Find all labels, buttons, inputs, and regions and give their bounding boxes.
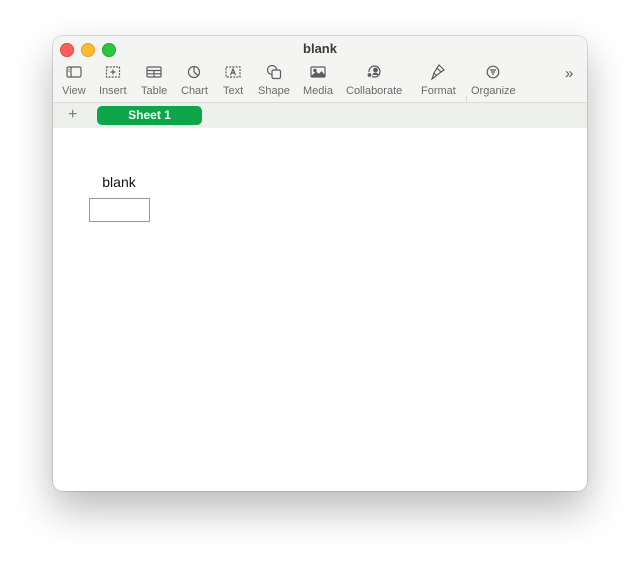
table-title[interactable]: blank: [89, 174, 149, 190]
toolbar-view-label: View: [62, 85, 86, 97]
table-cell[interactable]: [89, 198, 150, 222]
add-sheet-button[interactable]: +: [68, 105, 77, 125]
chart-icon: [184, 64, 204, 80]
app-window: blank View Insert Table Chart Text Shape…: [53, 36, 587, 491]
toolbar-overflow-chevron-icon[interactable]: »: [565, 65, 574, 82]
table-icon: [144, 64, 164, 80]
media-icon: [308, 64, 328, 80]
toolbar-table-button[interactable]: Table: [141, 64, 167, 97]
toolbar-media-button[interactable]: Media: [303, 64, 333, 97]
format-brush-icon: [428, 64, 448, 80]
toolbar-shape-button[interactable]: Shape: [258, 64, 290, 97]
sidebar-icon: [64, 64, 84, 80]
titlebar: blank View Insert Table Chart Text Shape…: [53, 36, 587, 110]
toolbar-chart-label: Chart: [181, 85, 208, 97]
toolbar-insert-label: Insert: [99, 85, 127, 97]
toolbar-collaborate-button[interactable]: Collaborate: [346, 64, 402, 97]
toolbar-organize-button[interactable]: Organize: [471, 64, 516, 97]
organize-icon: [483, 64, 503, 80]
toolbar-format-button[interactable]: Format: [421, 64, 456, 97]
shape-icon: [264, 64, 284, 80]
sheet-canvas[interactable]: blank: [53, 128, 587, 491]
sheet-tab[interactable]: Sheet 1: [97, 106, 202, 125]
toolbar-organize-label: Organize: [471, 85, 516, 97]
insert-icon: [103, 64, 123, 80]
toolbar-text-button[interactable]: Text: [223, 64, 243, 97]
text-box-icon: [223, 64, 243, 80]
toolbar-text-label: Text: [223, 85, 244, 97]
toolbar-media-label: Media: [303, 85, 333, 97]
toolbar-table-label: Table: [141, 85, 168, 97]
sheet-tab-bar: + Sheet 1: [53, 102, 587, 129]
toolbar-shape-label: Shape: [258, 85, 290, 97]
toolbar: View Insert Table Chart Text Shape Media…: [53, 64, 587, 110]
window-title: blank: [303, 41, 337, 56]
toolbar-collaborate-label: Collaborate: [346, 85, 403, 97]
toolbar-format-label: Format: [421, 85, 456, 97]
toolbar-insert-button[interactable]: Insert: [99, 64, 127, 97]
toolbar-chart-button[interactable]: Chart: [181, 64, 208, 97]
collaborate-icon: [364, 64, 384, 80]
toolbar-view-button[interactable]: View: [62, 64, 86, 97]
